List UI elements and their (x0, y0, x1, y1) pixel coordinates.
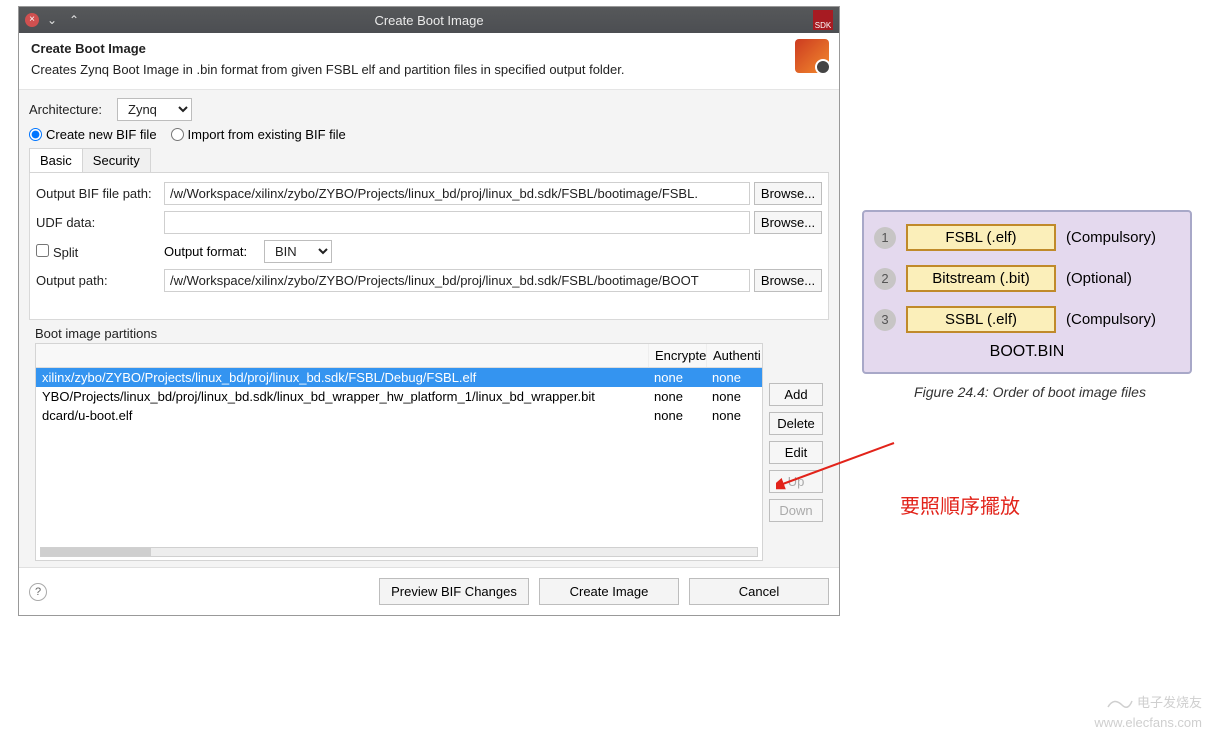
bif-path-input[interactable] (164, 182, 750, 205)
figure-caption: Figure 24.4: Order of boot image files (870, 384, 1190, 400)
cancel-button[interactable]: Cancel (689, 578, 829, 605)
radio-import-bif[interactable]: Import from existing BIF file (171, 127, 346, 142)
delete-button[interactable]: Delete (769, 412, 823, 435)
up-button[interactable]: Up (769, 470, 823, 493)
output-path-label: Output path: (36, 273, 164, 288)
fsbl-box: FSBL (.elf) (906, 224, 1056, 251)
boot-image-icon (795, 39, 829, 73)
annotation-text: 要照順序擺放 (900, 490, 1020, 519)
table-row[interactable]: YBO/Projects/linux_bd/proj/linux_bd.sdk/… (36, 387, 762, 406)
down-button[interactable]: Down (769, 499, 823, 522)
udf-input[interactable] (164, 211, 750, 234)
horizontal-scrollbar[interactable] (40, 547, 758, 557)
udf-label: UDF data: (36, 215, 164, 230)
add-button[interactable]: Add (769, 383, 823, 406)
tab-security[interactable]: Security (82, 148, 151, 172)
help-icon[interactable]: ? (29, 583, 47, 601)
architecture-label: Architecture: (29, 102, 117, 117)
col-authenticated: Authenti (706, 344, 762, 367)
basic-security-tabs: Basic Security (29, 148, 829, 173)
fsbl-tag: (Compulsory) (1066, 229, 1156, 246)
table-row[interactable]: dcard/u-boot.elf none none (36, 406, 762, 425)
banner-title: Create Boot Image (31, 41, 827, 56)
bif-path-label: Output BIF file path: (36, 186, 164, 201)
banner: Create Boot Image Creates Zynq Boot Imag… (19, 33, 839, 90)
bitstream-box: Bitstream (.bit) (906, 265, 1056, 292)
partitions-table[interactable]: Encrypte Authenti xilinx/zybo/ZYBO/Proje… (35, 343, 763, 561)
ssbl-box: SSBL (.elf) (906, 306, 1056, 333)
output-path-input[interactable] (164, 269, 750, 292)
split-checkbox[interactable]: Split (36, 244, 164, 260)
form-area: Architecture: Zynq Create new BIF file I… (19, 90, 839, 567)
output-format-select[interactable]: BIN (264, 240, 332, 263)
architecture-select[interactable]: Zynq (117, 98, 192, 121)
bootbin-label: BOOT.BIN (874, 343, 1180, 361)
step-1-badge: 1 (874, 227, 896, 249)
titlebar: × ⌄ ⌃ Create Boot Image SDK (19, 7, 839, 33)
create-boot-image-window: × ⌄ ⌃ Create Boot Image SDK Create Boot … (18, 6, 840, 616)
window-title: Create Boot Image (19, 13, 839, 28)
bitstream-tag: (Optional) (1066, 270, 1132, 287)
col-encrypted: Encrypte (648, 344, 706, 367)
tab-basic[interactable]: Basic (29, 148, 83, 172)
sdk-badge-icon: SDK (813, 10, 833, 30)
create-image-button[interactable]: Create Image (539, 578, 679, 605)
output-path-browse-button[interactable]: Browse... (754, 269, 822, 292)
ssbl-tag: (Compulsory) (1066, 311, 1156, 328)
bif-path-browse-button[interactable]: Browse... (754, 182, 822, 205)
preview-bif-button[interactable]: Preview BIF Changes (379, 578, 529, 605)
basic-tab-panel: Output BIF file path: Browse... UDF data… (29, 173, 829, 320)
boot-order-diagram: 1 FSBL (.elf) (Compulsory) 2 Bitstream (… (862, 210, 1192, 374)
edit-button[interactable]: Edit (769, 441, 823, 464)
partitions-label: Boot image partitions (35, 326, 823, 341)
gear-icon (815, 59, 831, 75)
banner-desc: Creates Zynq Boot Image in .bin format f… (31, 62, 827, 77)
udf-browse-button[interactable]: Browse... (754, 211, 822, 234)
radio-create-bif[interactable]: Create new BIF file (29, 127, 157, 142)
table-row[interactable]: xilinx/zybo/ZYBO/Projects/linux_bd/proj/… (36, 368, 762, 387)
watermark: 电子发烧友 www.elecfans.com (1094, 692, 1202, 730)
output-format-label: Output format: (164, 244, 264, 259)
dialog-footer: ? Preview BIF Changes Create Image Cance… (19, 567, 839, 615)
step-3-badge: 3 (874, 309, 896, 331)
col-path (36, 344, 648, 367)
scrollbar-thumb[interactable] (41, 548, 151, 556)
step-2-badge: 2 (874, 268, 896, 290)
